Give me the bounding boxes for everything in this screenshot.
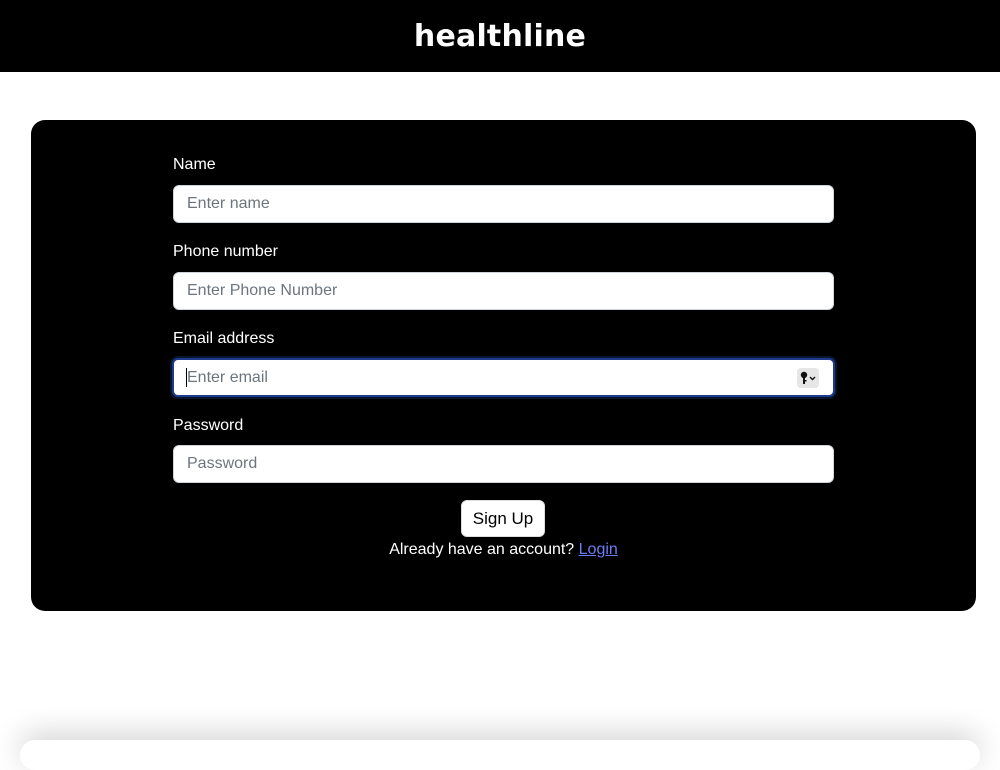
email-input[interactable]: Enter email	[172, 358, 835, 397]
name-placeholder: Enter name	[174, 195, 270, 213]
phone-placeholder: Enter Phone Number	[174, 282, 337, 300]
password-placeholder: Password	[174, 455, 257, 473]
email-placeholder: Enter email	[187, 369, 268, 387]
phone-input[interactable]: Enter Phone Number	[173, 272, 834, 310]
key-icon[interactable]	[797, 368, 819, 388]
account-prompt-text: Already have an account?	[389, 541, 574, 558]
signup-card: Name Enter name Phone number Enter Phone…	[31, 120, 976, 611]
name-input[interactable]: Enter name	[173, 185, 834, 223]
bottom-shadow	[20, 740, 980, 770]
password-input[interactable]: Password	[173, 445, 834, 483]
brand-logo[interactable]: healthline	[414, 19, 586, 54]
login-prompt: Already have an account? Login	[31, 541, 976, 559]
phone-label: Phone number	[173, 243, 278, 261]
email-label: Email address	[173, 330, 274, 348]
login-link[interactable]: Login	[579, 541, 618, 558]
password-label: Password	[173, 417, 243, 435]
name-label: Name	[173, 156, 216, 174]
header-bar: healthline	[0, 0, 1000, 72]
sign-up-button[interactable]: Sign Up	[461, 500, 545, 537]
